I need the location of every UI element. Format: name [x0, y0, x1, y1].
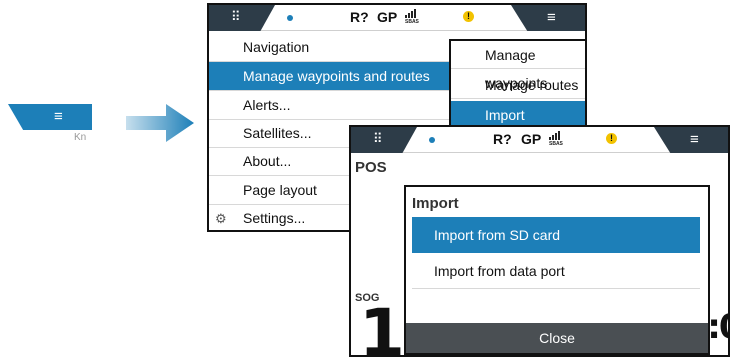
- status-bar: ⠿ R? GP SBAS ! ≡: [209, 5, 585, 31]
- menu-button[interactable]: ≡: [654, 127, 728, 153]
- mini-cut-label: Kn: [74, 132, 87, 143]
- close-label: Close: [539, 330, 575, 346]
- close-button[interactable]: Close: [406, 323, 708, 353]
- import-dialog: Import Import from SD card Import from d…: [404, 185, 710, 355]
- grid-icon: ⠿: [373, 131, 383, 146]
- signal-bars-icon: [549, 131, 560, 140]
- sbas-label: SBAS: [405, 19, 419, 25]
- pages-button[interactable]: ⠿: [351, 127, 417, 153]
- menu-button[interactable]: ≡: [511, 5, 585, 31]
- signal-bars-icon: [405, 9, 416, 18]
- import-from-data-port-option[interactable]: Import from data port: [412, 253, 700, 289]
- status-bar: ⠿ R? GP SBAS ! ≡: [351, 127, 728, 153]
- pos-label: POS: [355, 159, 387, 176]
- menu-item-label: Settings...: [243, 210, 306, 226]
- mini-menu-button[interactable]: ≡ Kn: [8, 104, 92, 144]
- dialog-title: Import: [412, 195, 459, 212]
- device-screen-import: ⠿ R? GP SBAS ! ≡ POS SOG 11.7 042 18:11:…: [349, 125, 730, 357]
- submenu: Manage waypoints Manage routes Import: [449, 39, 585, 131]
- option-label: Import from SD card: [434, 227, 561, 243]
- submenu-item-manage-waypoints[interactable]: Manage waypoints: [451, 41, 585, 91]
- status-dot-icon: [429, 137, 435, 143]
- menu-item-label: Navigation: [243, 39, 310, 55]
- menu-item-label: Alerts...: [243, 97, 291, 113]
- menu-icon: ≡: [54, 108, 63, 125]
- menu-item-label: About...: [243, 153, 292, 169]
- menu-icon: ≡: [690, 131, 699, 148]
- submenu-item-label: Manage routes: [485, 77, 579, 93]
- gear-icon: ⚙: [215, 211, 227, 226]
- status-gp-label: GP: [521, 131, 542, 147]
- status-dot-icon: [287, 15, 293, 21]
- mini-menu-tab[interactable]: [8, 104, 92, 130]
- submenu-item-label: Import: [485, 107, 525, 123]
- pages-button[interactable]: ⠿: [209, 5, 275, 31]
- status-r-label: R?: [350, 9, 369, 25]
- menu-icon: ≡: [547, 9, 556, 26]
- status-r-label: R?: [493, 131, 512, 147]
- grid-icon: ⠿: [231, 9, 241, 24]
- warning-icon[interactable]: !: [463, 11, 474, 22]
- submenu-item-manage-routes[interactable]: Manage routes: [451, 71, 585, 99]
- import-from-sd-card-option[interactable]: Import from SD card: [412, 217, 700, 253]
- option-label: Import from data port: [434, 263, 565, 279]
- warning-icon[interactable]: !: [606, 133, 617, 144]
- arrow-right-icon: [126, 104, 194, 142]
- sbas-label: SBAS: [549, 141, 563, 147]
- menu-item-label: Page layout: [243, 182, 317, 198]
- menu-item-label: Manage waypoints and routes: [243, 68, 430, 84]
- menu-item-label: Satellites...: [243, 125, 312, 141]
- status-gp-label: GP: [377, 9, 398, 25]
